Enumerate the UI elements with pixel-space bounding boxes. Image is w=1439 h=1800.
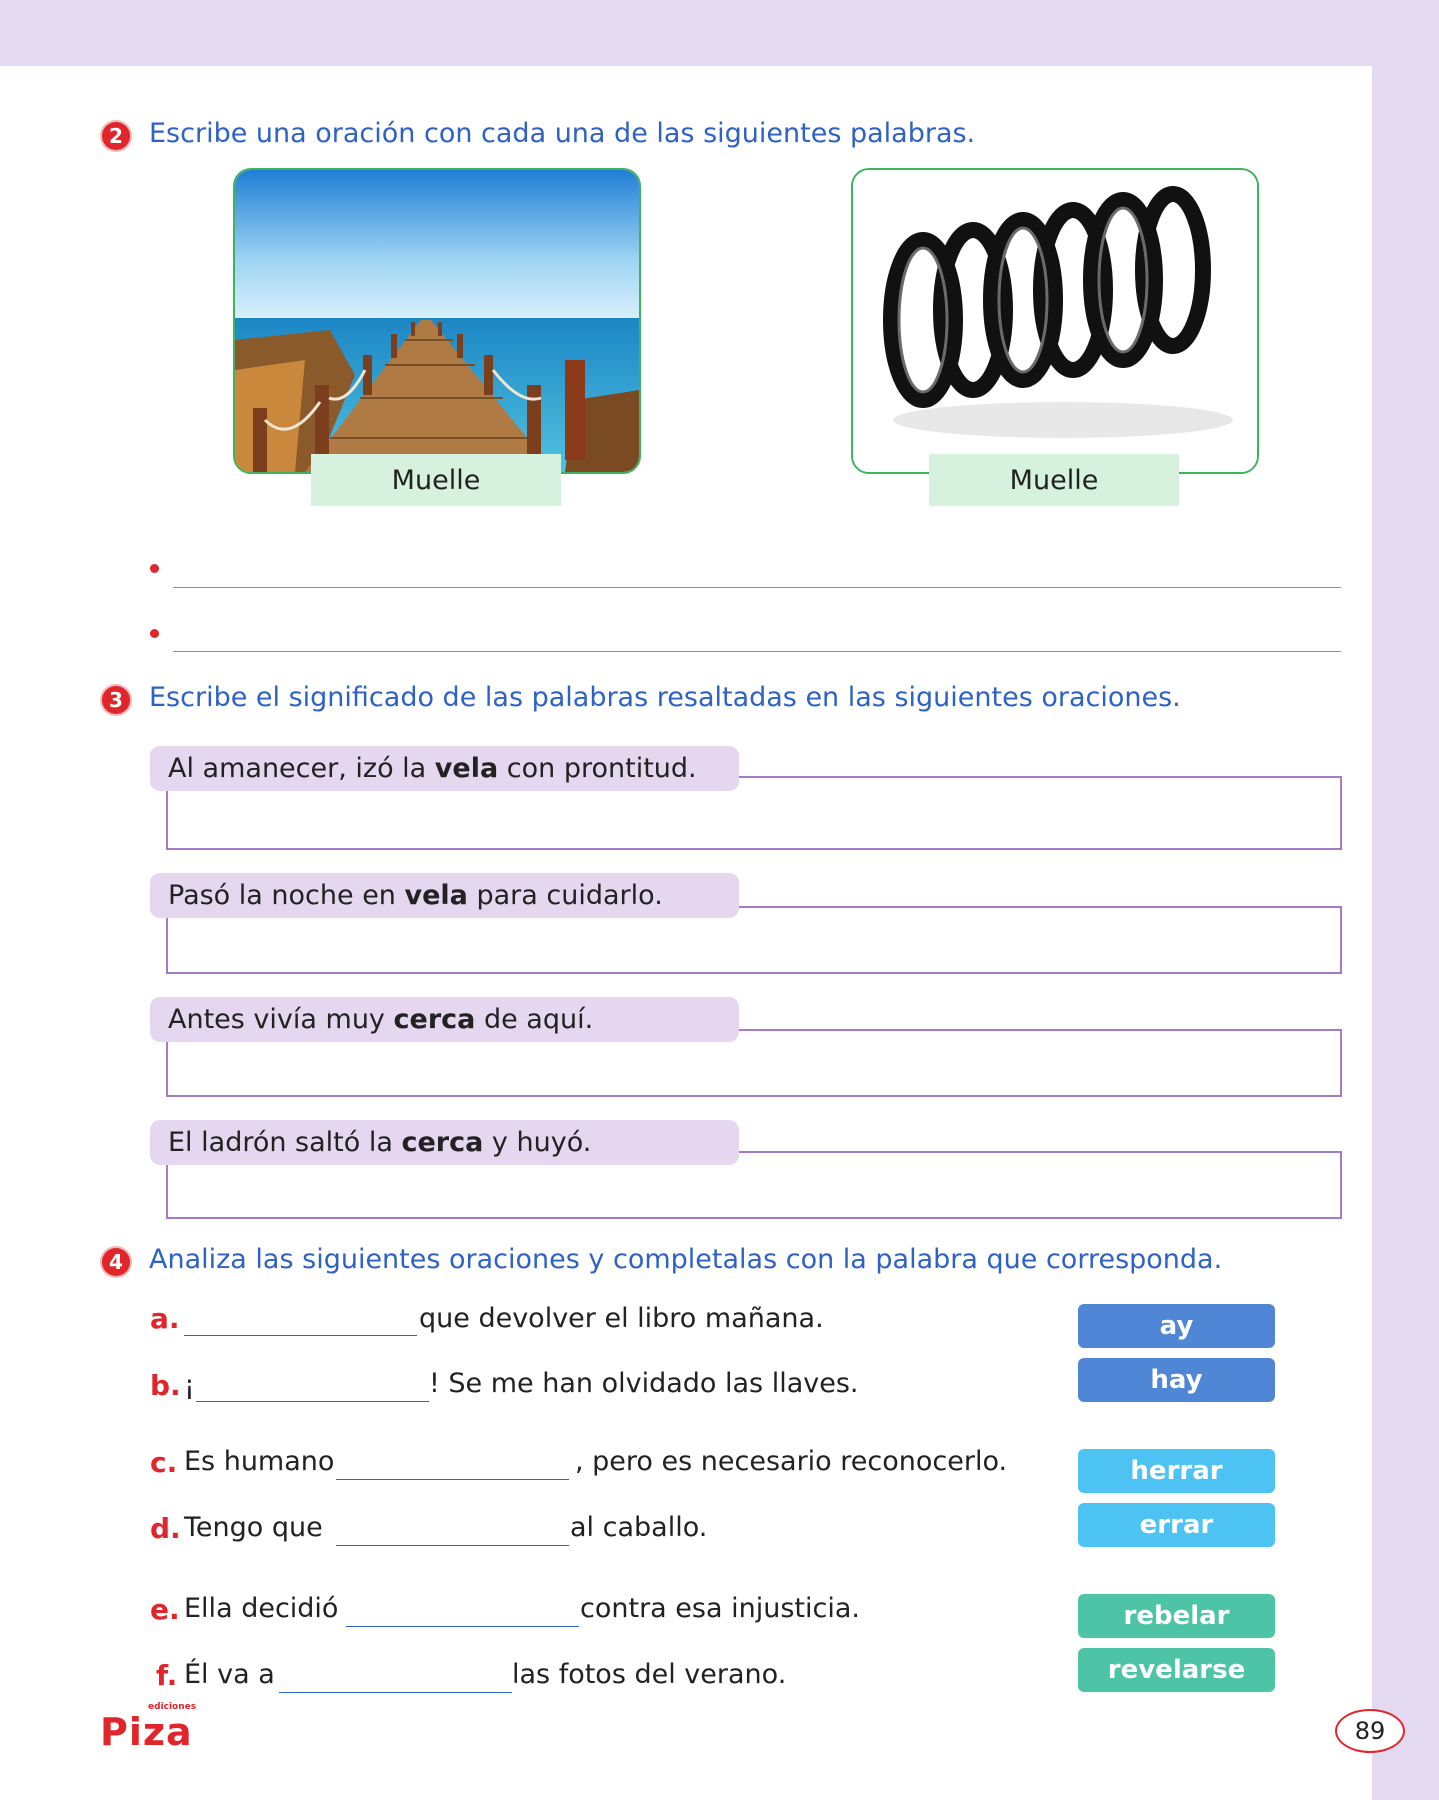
- item-c-blank[interactable]: [336, 1479, 569, 1480]
- logo-text: Piza: [100, 1710, 193, 1754]
- item-e-before: Ella decidió: [184, 1593, 339, 1624]
- exercise-2-title: Escribe una oración con cada una de las …: [149, 118, 976, 149]
- item-a-blank[interactable]: [184, 1335, 417, 1336]
- item-c-letter: c.: [150, 1446, 178, 1479]
- item-e-letter: e.: [150, 1593, 180, 1626]
- item-d-blank[interactable]: [336, 1545, 569, 1546]
- sentence-3: Antes vivía muy cerca de aquí.: [150, 997, 739, 1042]
- sentence-1-before: Al amanecer, izó la: [168, 753, 435, 784]
- item-b-letter: b.: [150, 1369, 181, 1402]
- sentence-3-after: de aquí.: [475, 1004, 594, 1035]
- item-b-blank[interactable]: [196, 1401, 429, 1402]
- word-option-herrar[interactable]: herrar: [1078, 1449, 1275, 1493]
- item-a-after: que devolver el libro mañana.: [419, 1303, 824, 1334]
- pier-image-label: Muelle: [311, 454, 561, 506]
- item-b-before: ¡: [184, 1370, 195, 1401]
- exercise-4-number: 4: [102, 1248, 130, 1276]
- word-option-errar[interactable]: errar: [1078, 1503, 1275, 1547]
- item-f-before: Él va a: [184, 1659, 275, 1690]
- sentence-4: El ladrón saltó la cerca y huyó.: [150, 1120, 739, 1165]
- sentence-1-keyword: vela: [434, 753, 499, 784]
- item-e-blank[interactable]: [346, 1626, 579, 1627]
- item-c-before: Es humano: [184, 1446, 335, 1477]
- sentence-2-after: para cuidarlo.: [467, 880, 663, 911]
- sentence-3-keyword: cerca: [393, 1004, 476, 1035]
- word-option-ay[interactable]: ay: [1078, 1304, 1275, 1348]
- sentence-3-before: Antes vivía muy: [168, 1004, 394, 1035]
- word-option-rebelar[interactable]: rebelar: [1078, 1594, 1275, 1638]
- item-f-after: las fotos del verano.: [512, 1659, 787, 1690]
- item-d-letter: d.: [150, 1512, 181, 1545]
- writing-line-2[interactable]: [173, 651, 1341, 652]
- sentence-2-keyword: vela: [404, 880, 468, 911]
- item-b-after: ! Se me han olvidado las llaves.: [429, 1368, 859, 1399]
- right-band: [1372, 0, 1439, 1800]
- exercise-3-number: 3: [102, 686, 130, 714]
- item-d-after: al caballo.: [570, 1512, 708, 1543]
- item-e-after: contra esa injusticia.: [580, 1593, 860, 1624]
- page-number: 89: [1335, 1709, 1405, 1753]
- item-f-letter: f.: [156, 1659, 178, 1692]
- spring-image-label: Muelle: [929, 454, 1179, 506]
- sentence-4-after: y huyó.: [483, 1127, 592, 1158]
- sentence-2: Pasó la noche en vela para cuidarlo.: [150, 873, 739, 918]
- sentence-4-keyword: cerca: [401, 1127, 484, 1158]
- sentence-4-before: El ladrón saltó la: [168, 1127, 402, 1158]
- sentence-2-before: Pasó la noche en: [168, 880, 405, 911]
- writing-line-1[interactable]: [173, 587, 1341, 588]
- pier-image: [233, 168, 641, 474]
- exercise-2-number: 2: [102, 122, 130, 150]
- top-band: [0, 0, 1439, 66]
- sentence-1: Al amanecer, izó la vela con prontitud.: [150, 746, 739, 791]
- spring-image: [851, 168, 1259, 474]
- word-option-revelarse[interactable]: revelarse: [1078, 1648, 1275, 1692]
- bullet: [150, 629, 159, 638]
- publisher-logo: ediciones Piza: [100, 1702, 210, 1754]
- item-c-after: , pero es necesario reconocerlo.: [575, 1446, 1008, 1477]
- bullet: [150, 564, 159, 573]
- exercise-3-title: Escribe el significado de las palabras r…: [149, 682, 1181, 713]
- item-a-letter: a.: [150, 1302, 180, 1335]
- sentence-1-after: con prontitud.: [498, 753, 697, 784]
- item-d-before: Tengo que: [184, 1512, 323, 1543]
- word-option-hay[interactable]: hay: [1078, 1358, 1275, 1402]
- item-f-blank[interactable]: [279, 1692, 512, 1693]
- exercise-4-title: Analiza las siguientes oraciones y compl…: [149, 1244, 1223, 1275]
